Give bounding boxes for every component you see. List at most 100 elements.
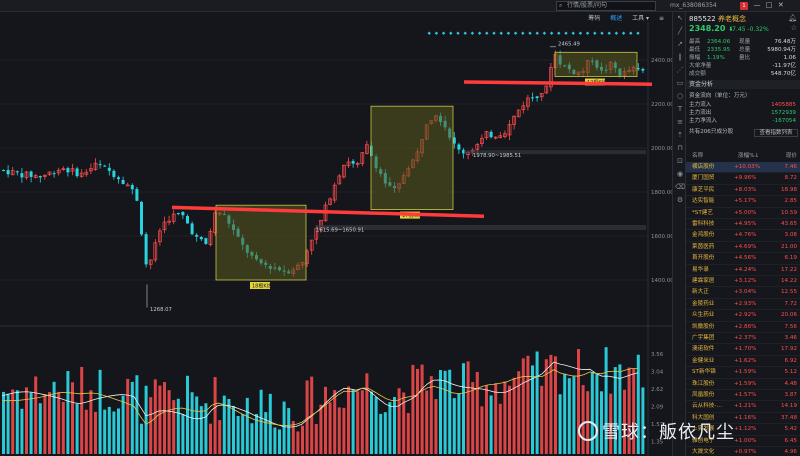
stat-row: 大单净量 -11.97亿 xyxy=(689,63,796,69)
volume-bar xyxy=(429,376,433,454)
eye-icon[interactable]: ◉ xyxy=(673,168,687,181)
stock-row[interactable]: 云从科技-… +1.21% 14.19 xyxy=(686,401,800,413)
tab-overview[interactable]: 概述 xyxy=(610,15,622,22)
stock-row[interactable]: 建霖家居 +3.12% 14.22 xyxy=(686,276,800,288)
volume-bar xyxy=(397,388,401,454)
volume-bar xyxy=(264,412,268,454)
col-pct[interactable]: 涨幅%↓ xyxy=(738,152,759,161)
stock-row[interactable]: 金鸿股份 +4.76% 3.08 xyxy=(686,230,800,242)
high-price-label: 2465.49 xyxy=(558,42,580,48)
candle-body xyxy=(140,201,143,235)
parallel-tool-icon[interactable]: ∥ xyxy=(673,51,687,64)
fib-tool-icon[interactable]: ≡ xyxy=(673,116,687,129)
volume-bar xyxy=(232,405,235,454)
bell-icon[interactable]: 🔔︎ xyxy=(788,14,797,22)
volume-bar xyxy=(287,408,291,454)
notification-badge[interactable]: 1 xyxy=(740,2,748,10)
stock-row[interactable]: 首开股份 +4.56% 6.19 xyxy=(686,253,800,265)
ray-tool-icon[interactable]: ↗ xyxy=(673,38,687,51)
stock-row[interactable]: 康芝平民 +8.03% 18.98 xyxy=(686,185,800,197)
stock-row[interactable]: 横店股份 +10.03% 7.46 xyxy=(686,162,800,174)
constituents-table-header: 名称 涨幅%↓ 现价 xyxy=(686,152,800,161)
stock-row[interactable]: *ST建艺 +5.00% 10.59 xyxy=(686,208,800,219)
tab-tools[interactable]: 工具 ▾ xyxy=(632,15,649,22)
magnet-icon[interactable]: ⊓ xyxy=(673,142,687,155)
volume-bar xyxy=(452,398,456,454)
stock-row[interactable]: ST新华锦 +1.59% 5.12 xyxy=(686,367,800,379)
search-input[interactable]: ⌕ 行情/股票/问句 xyxy=(556,1,656,11)
range-label: 1615.69~1650.91 xyxy=(316,228,364,234)
volume-bar xyxy=(117,408,120,454)
volume-bar xyxy=(241,414,245,454)
text-tool-icon[interactable]: T xyxy=(673,103,687,116)
stock-row[interactable]: 达实智能 +5.17% 2.85 xyxy=(686,196,800,208)
star-icon[interactable]: ☆ xyxy=(791,24,797,32)
candle-body xyxy=(98,164,102,166)
minimize-icon[interactable]: — xyxy=(752,0,762,11)
low-price-label: 1268.07 xyxy=(150,307,172,313)
volume-bar xyxy=(48,392,51,454)
volume-bar xyxy=(291,421,295,454)
volume-bar xyxy=(75,403,79,454)
cursor-icon[interactable]: ↖ xyxy=(673,12,687,25)
stock-row[interactable]: 雷科科技 +4.95% 43.65 xyxy=(686,219,800,231)
trash-icon[interactable]: ⌫ xyxy=(673,181,687,194)
view-index-list-button[interactable]: 查看指数列表 xyxy=(754,129,798,137)
volume-bar xyxy=(471,382,475,454)
candle-body xyxy=(176,213,180,215)
col-price[interactable]: 现价 xyxy=(786,152,797,161)
candle-body xyxy=(2,170,5,172)
volume-bar xyxy=(176,398,180,454)
user-name[interactable]: mx_638086354 xyxy=(670,2,717,9)
volume-bar xyxy=(526,355,530,454)
channel-tool-icon[interactable]: ⋰ xyxy=(673,64,687,77)
candle-body xyxy=(103,165,107,167)
stock-row[interactable]: 凤凰股份 +1.57% 3.87 xyxy=(686,390,800,402)
last-price: 2348.20 ⬇ xyxy=(689,24,734,33)
arrow-tool-icon[interactable]: ⇡ xyxy=(673,129,687,142)
fund-flow-row: 主力流出 1572939 xyxy=(689,110,796,116)
volume-bar xyxy=(89,390,93,454)
stock-row[interactable]: 金陵药业 +2.93% 7.72 xyxy=(686,299,800,311)
volume-bar xyxy=(379,413,383,454)
stock-row[interactable]: 众生药业 +2.92% 20.06 xyxy=(686,310,800,322)
volume-bar xyxy=(374,397,378,454)
stock-row[interactable]: 莱茵医药 +4.69% 21.00 xyxy=(686,242,800,254)
kline-chart[interactable]: 2400.00 2200.00 2000.00 1800.00 1600.00 1400.… xyxy=(0,22,672,456)
price-tick-label: 1800.00 xyxy=(651,190,672,196)
volume-bar xyxy=(190,392,194,454)
stock-row[interactable]: 易华录 +4.24% 17.22 xyxy=(686,265,800,276)
volume-bar xyxy=(181,413,185,454)
candle-body xyxy=(195,234,199,237)
volume-bar xyxy=(540,385,544,454)
watermark: 雪球：舨依凡尘 xyxy=(578,418,798,446)
menu-icon[interactable]: ≡ xyxy=(659,15,664,22)
stock-row[interactable]: 凯撒股份 +2.86% 7.56 xyxy=(686,322,800,333)
close-icon[interactable]: ✕ xyxy=(776,0,786,11)
fund-analysis-header[interactable]: 资金分析 xyxy=(686,80,800,89)
rect-tool-icon[interactable]: ▭ xyxy=(673,77,687,90)
resistance-trend-line xyxy=(463,80,653,86)
stock-row[interactable]: 新大正 +3.04% 12.55 xyxy=(686,287,800,299)
stock-row[interactable]: 厦门国贸 +9.96% 8.72 xyxy=(686,173,800,185)
settings-icon[interactable]: ⚙ xyxy=(673,194,687,207)
col-name[interactable]: 名称 xyxy=(692,152,703,161)
stock-row[interactable]: 广宇集团 +2.37% 3.46 xyxy=(686,333,800,345)
volume-bar xyxy=(218,420,222,454)
circle-tool-icon[interactable]: ○ xyxy=(673,90,687,103)
maximize-icon[interactable]: □ xyxy=(764,0,774,11)
kline-chart-area[interactable]: 2400.00 2200.00 2000.00 1800.00 1600.00 1400.… xyxy=(0,22,672,456)
volume-bar xyxy=(11,389,15,454)
stock-row[interactable]: 金健米业 +1.62% 6.92 xyxy=(686,356,800,368)
line-tool-icon[interactable]: ╱ xyxy=(673,25,687,38)
box-label: 18根K线 xyxy=(252,283,272,290)
candle-body xyxy=(38,176,42,178)
lock-icon[interactable]: ⊡ xyxy=(673,155,687,168)
stock-row[interactable]: 珠江股份 +1.59% 4.48 xyxy=(686,379,800,390)
stock-row[interactable]: 大晟文化 +0.97% 4.96 xyxy=(686,447,800,456)
tab-chips[interactable]: 筹码 xyxy=(588,15,600,22)
drawing-toolbar: ↖ ╱ ↗ ∥ ⋰ ▭ ○ T ≡ ⇡ ⊓ ⊡ ◉ ⌫ ⚙ xyxy=(672,12,686,456)
stock-row[interactable]: 澳诺软件 +1.70% 17.92 xyxy=(686,344,800,356)
volume-bar xyxy=(370,391,373,454)
volume-bar xyxy=(535,351,539,454)
